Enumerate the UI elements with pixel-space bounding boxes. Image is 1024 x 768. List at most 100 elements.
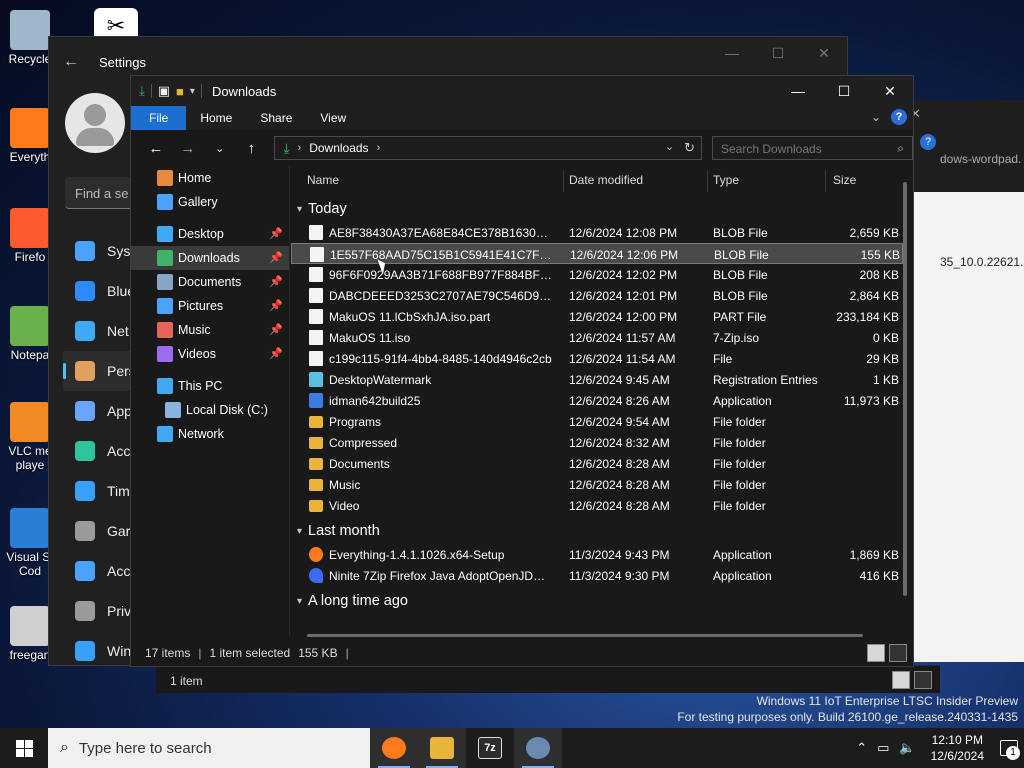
pane-divider[interactable]	[289, 166, 290, 636]
notification-center-button[interactable]: 1	[994, 728, 1024, 768]
file-row[interactable]: MakuOS 11.lCbSxhJA.iso.part 12/6/2024 12:…	[291, 306, 903, 327]
properties-icon[interactable]: ▣	[158, 83, 170, 99]
network-icon[interactable]: ▭	[877, 740, 889, 756]
search-icon[interactable]: ⌕	[897, 141, 904, 156]
file-row[interactable]: Programs 12/6/2024 9:54 AM File folder	[291, 411, 903, 432]
column-size[interactable]: Size	[833, 173, 856, 187]
file-date: 11/3/2024 9:43 PM	[569, 548, 670, 562]
column-divider[interactable]	[825, 170, 826, 192]
nav-item-downloads[interactable]: Downloads 📌	[131, 246, 289, 270]
collapse-chevron-icon[interactable]: ▾	[297, 204, 302, 215]
breadcrumb[interactable]: Downloads	[309, 141, 368, 155]
back-arrow-icon[interactable]: ←	[63, 53, 83, 71]
refresh-icon[interactable]: ↻	[684, 140, 695, 156]
tab-file[interactable]: File	[131, 106, 187, 130]
tiles-view-icon[interactable]	[914, 671, 932, 689]
tiles-view-icon[interactable]	[889, 644, 907, 662]
expand-ribbon-chevron-icon[interactable]: ⌄	[871, 110, 881, 124]
settings-nav-item[interactable]: Syst	[63, 231, 133, 271]
recent-locations-chevron-icon[interactable]: ⌄	[205, 135, 235, 161]
file-row[interactable]: Ninite 7Zip Firefox Java AdoptOpenJDK x.…	[291, 565, 903, 586]
search-input[interactable]	[720, 142, 881, 156]
settings-nav-item[interactable]: Acc	[63, 431, 133, 471]
maximize-icon[interactable]: ☐	[821, 76, 867, 106]
file-row[interactable]: Compressed 12/6/2024 8:32 AM File folder	[291, 432, 903, 453]
start-button[interactable]	[0, 728, 48, 768]
nav-item-home[interactable]: Home	[131, 166, 289, 190]
settings-nav-item[interactable]: App	[63, 391, 133, 431]
settings-nav-item[interactable]: Net	[63, 311, 133, 351]
settings-nav-item[interactable]: Win	[63, 631, 133, 671]
vertical-scrollbar[interactable]	[903, 182, 907, 596]
nav-item-network[interactable]: Network	[131, 422, 289, 446]
column-divider[interactable]	[563, 170, 564, 192]
breadcrumb-separator-icon[interactable]: ›	[298, 142, 302, 154]
column-name[interactable]: Name	[307, 173, 339, 187]
minimize-icon[interactable]: —	[709, 37, 755, 69]
close-icon[interactable]: ✕	[867, 76, 913, 106]
minimize-icon[interactable]: —	[775, 76, 821, 106]
details-view-icon[interactable]	[867, 644, 885, 662]
nav-item-videos[interactable]: Videos 📌	[131, 342, 289, 366]
file-row[interactable]: Everything-1.4.1.1026.x64-Setup 11/3/2024…	[291, 544, 903, 565]
tab-view[interactable]: View	[306, 106, 360, 130]
nav-item-pictures[interactable]: Pictures 📌	[131, 294, 289, 318]
breadcrumb-separator-icon[interactable]: ›	[377, 142, 381, 154]
group-header[interactable]: ▾ Last month	[291, 518, 903, 544]
help-icon[interactable]: ?	[891, 109, 907, 125]
file-row[interactable]: Music 12/6/2024 8:28 AM File folder	[291, 474, 903, 495]
avatar[interactable]	[65, 93, 125, 153]
nav-item-local-disk-c[interactable]: Local Disk (C:)	[131, 398, 289, 422]
collapse-chevron-icon[interactable]: ▾	[297, 526, 302, 537]
settings-taskbar-button[interactable]	[514, 728, 562, 768]
file-row[interactable]: MakuOS 11.iso 12/6/2024 11:57 AM 7-Zip.iso…	[291, 327, 903, 348]
column-divider[interactable]	[707, 170, 708, 192]
column-date-modified[interactable]: Date modified	[569, 173, 643, 187]
settings-nav-item[interactable]: Gar	[63, 511, 133, 551]
tab-home[interactable]: Home	[186, 106, 246, 130]
address-bar[interactable]: ⤓ › Downloads › ⌄ ↻	[274, 136, 702, 160]
clock[interactable]: 12:10 PM 12/6/2024	[931, 732, 984, 764]
group-header[interactable]: ▾ A long time ago	[291, 588, 903, 614]
details-view-icon[interactable]	[892, 671, 910, 689]
column-type[interactable]: Type	[713, 173, 739, 187]
volume-muted-icon[interactable]: 🔈	[899, 740, 915, 756]
nav-item-desktop[interactable]: Desktop 📌	[131, 222, 289, 246]
file-row[interactable]: AE8F38430A37EA68E84CE378B1630D6662... 12/…	[291, 222, 903, 243]
settings-nav-item[interactable]: Tim	[63, 471, 133, 511]
7zip-taskbar-button[interactable]: 7z	[466, 728, 514, 768]
show-hidden-icons-chevron-icon[interactable]: ⌃	[856, 740, 867, 756]
maximize-icon[interactable]: ☐	[755, 37, 801, 69]
file-row[interactable]: DABCDEEED3253C2707AE79C546D96F803... 12/6…	[291, 285, 903, 306]
nav-item-documents[interactable]: Documents 📌	[131, 270, 289, 294]
back-arrow-icon[interactable]: ←	[141, 135, 171, 161]
collapse-chevron-icon[interactable]: ▾	[297, 596, 302, 607]
nav-item-this-pc[interactable]: This PC	[131, 374, 289, 398]
file-row[interactable]: idman642build25 12/6/2024 8:26 AM Applicat…	[291, 390, 903, 411]
clock-time: 12:10 PM	[931, 733, 983, 747]
search-box[interactable]: ⌕	[711, 136, 913, 160]
settings-nav-item[interactable]: Acc	[63, 551, 133, 591]
close-icon[interactable]: ✕	[801, 37, 847, 69]
help-icon[interactable]: ?	[920, 134, 936, 150]
file-explorer-taskbar-button[interactable]	[418, 728, 466, 768]
file-row[interactable]: Video 12/6/2024 8:28 AM File folder	[291, 495, 903, 516]
settings-nav-item[interactable]: Priv	[63, 591, 133, 631]
file-row[interactable]: c199c115-91f4-4bb4-8485-140d4946c2cb 12/6…	[291, 348, 903, 369]
forward-arrow-icon[interactable]: →	[173, 135, 203, 161]
settings-nav-item[interactable]: Blue	[63, 271, 133, 311]
nav-item-gallery[interactable]: Gallery	[131, 190, 289, 214]
group-header[interactable]: ▾ Today	[291, 196, 903, 222]
file-row[interactable]: DesktopWatermark 12/6/2024 9:45 AM Registr…	[291, 369, 903, 390]
horizontal-scrollbar[interactable]	[307, 634, 863, 637]
new-folder-icon[interactable]: ■	[176, 84, 184, 99]
file-row[interactable]: Documents 12/6/2024 8:28 AM File folder	[291, 453, 903, 474]
settings-nav-item[interactable]: Pers	[63, 351, 133, 391]
firefox-taskbar-button[interactable]	[370, 728, 418, 768]
up-arrow-icon[interactable]: ↑	[236, 135, 266, 161]
address-dropdown-icon[interactable]: ⌄	[665, 140, 674, 156]
customize-quick-access-icon[interactable]: ▾	[190, 86, 195, 97]
taskbar-search[interactable]: ⌕ Type here to search	[48, 728, 370, 768]
nav-item-music[interactable]: Music 📌	[131, 318, 289, 342]
tab-share[interactable]: Share	[246, 106, 306, 130]
